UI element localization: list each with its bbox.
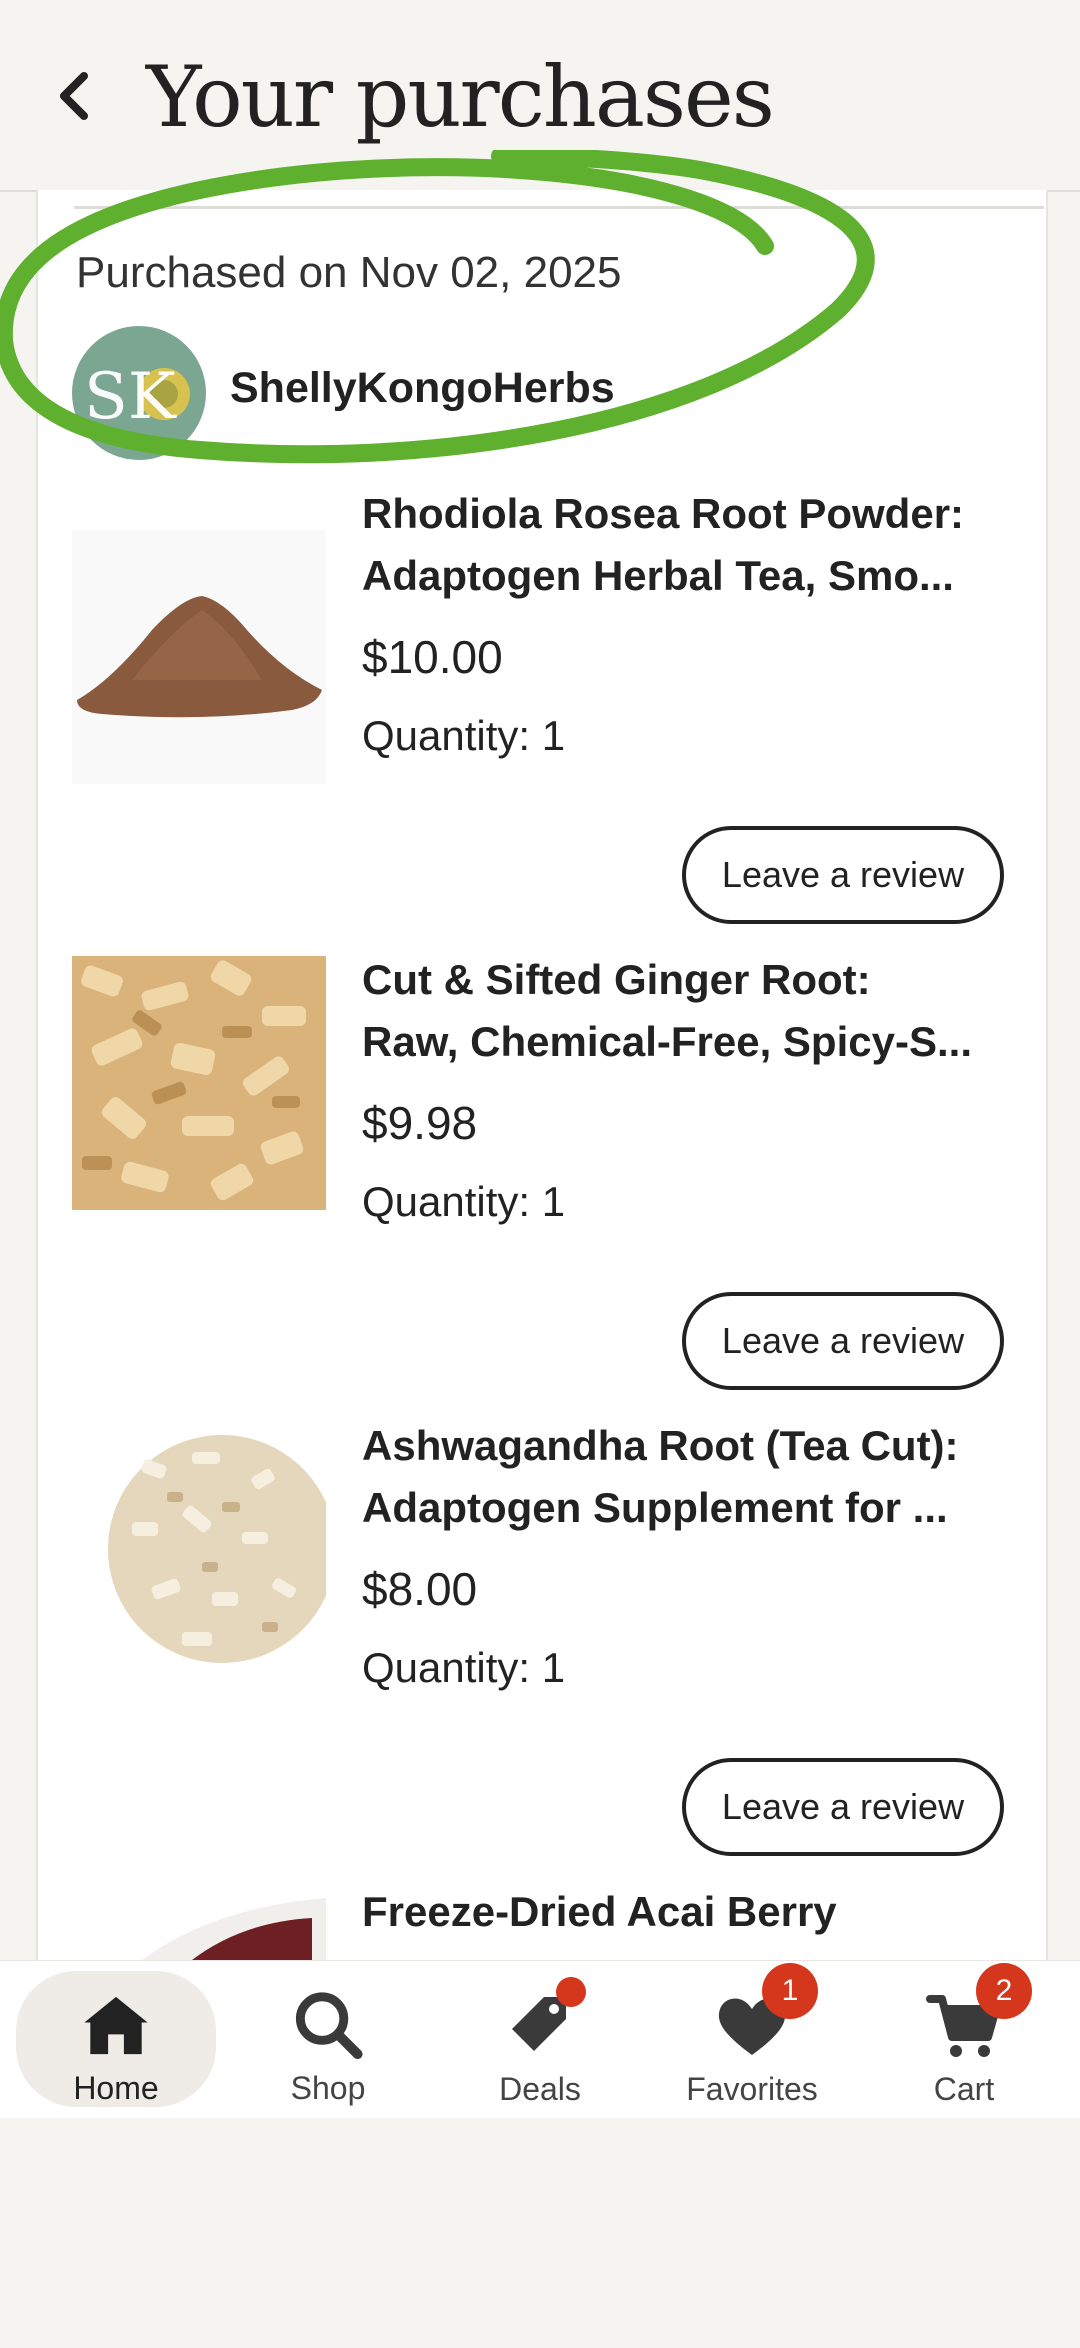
svg-text:SK: SK [84, 360, 177, 434]
leave-review-button[interactable]: Leave a review [682, 1292, 1004, 1390]
ginger-image [72, 956, 326, 1210]
leave-review-button[interactable]: Leave a review [682, 1758, 1004, 1856]
divider [74, 206, 1044, 209]
product-price: $9.98 [362, 1097, 478, 1149]
order-card: Purchased on Nov 02, 2025 SK ShellyKongo… [36, 190, 1048, 1960]
page-title: Your purchases [146, 48, 775, 146]
nav-deals-label: Deals [499, 2071, 581, 2107]
nav-shop-label: Shop [290, 2070, 366, 2106]
nav-cart[interactable]: 2 Cart [864, 1963, 1064, 2107]
nav-cart-label: Cart [933, 2071, 995, 2107]
nav-deals[interactable]: Deals [440, 1971, 640, 2107]
nav-favorites-label: Favorites [686, 2071, 818, 2107]
chevron-left-icon [60, 72, 88, 120]
header: Your purchases [0, 0, 1080, 192]
product-title-line2[interactable]: Adaptogen Herbal Tea, Smo... [362, 552, 1022, 600]
product-thumbnail[interactable] [72, 530, 326, 784]
product-title-line2[interactable]: Adaptogen Supplement for ... [362, 1484, 1022, 1532]
product-title-line1[interactable]: Rhodiola Rosea Root Powder: [362, 490, 1022, 538]
shop-logo-icon: SK [72, 326, 206, 460]
product-price: $8.00 [362, 1563, 478, 1615]
product-quantity: Quantity: 1 [362, 712, 566, 759]
nav-favorites[interactable]: 1 Favorites [652, 1963, 852, 2107]
deals-notification-dot [556, 1977, 586, 2007]
product-title-line2[interactable]: Raw, Chemical-Free, Spicy-S... [362, 1018, 1022, 1066]
product-quantity: Quantity: 1 [362, 1178, 566, 1225]
list-item: Freeze-Dried Acai Berry [38, 1888, 1046, 2348]
shop-avatar[interactable]: SK [72, 326, 206, 460]
deals-icon-wrap [500, 1977, 586, 2065]
favorites-icon-wrap: 1 [712, 1963, 818, 2065]
shop-name[interactable]: ShellyKongoHerbs [230, 364, 615, 413]
purchase-date: Purchased on Nov 02, 2025 [76, 248, 622, 297]
list-item: Rhodiola Rosea Root Powder: Adaptogen He… [38, 490, 1046, 950]
product-quantity: Quantity: 1 [362, 1644, 566, 1691]
nav-shop[interactable]: Shop [228, 1971, 428, 2107]
nav-home-label: Home [73, 2070, 159, 2106]
product-price: $10.00 [362, 631, 503, 683]
powder-image [72, 530, 326, 784]
list-item: Cut & Sifted Ginger Root: Raw, Chemical-… [38, 956, 1046, 1416]
acai-image [72, 1888, 326, 1960]
home-icon [84, 1996, 148, 2055]
product-title-line1[interactable]: Ashwagandha Root (Tea Cut): [362, 1422, 1022, 1470]
product-title-line1[interactable]: Freeze-Dried Acai Berry [362, 1888, 1022, 1936]
back-button[interactable] [44, 60, 104, 132]
list-item: Ashwagandha Root (Tea Cut): Adaptogen Su… [38, 1422, 1046, 1882]
cart-badge: 2 [976, 1963, 1032, 2019]
favorites-badge: 1 [762, 1963, 818, 2019]
search-icon [295, 1992, 363, 2060]
bottom-nav: Home Shop Deals 1 Favorites 2 Cart [0, 1960, 1080, 2118]
product-thumbnail[interactable] [72, 1422, 326, 1676]
nav-home[interactable]: Home [16, 1971, 216, 2107]
cart-icon-wrap: 2 [924, 1963, 1032, 2065]
leave-review-button[interactable]: Leave a review [682, 826, 1004, 924]
product-title-line1[interactable]: Cut & Sifted Ginger Root: [362, 956, 1022, 1004]
product-thumbnail[interactable] [72, 956, 326, 1210]
product-thumbnail[interactable] [72, 1888, 326, 1960]
ashwagandha-image [72, 1422, 326, 1676]
